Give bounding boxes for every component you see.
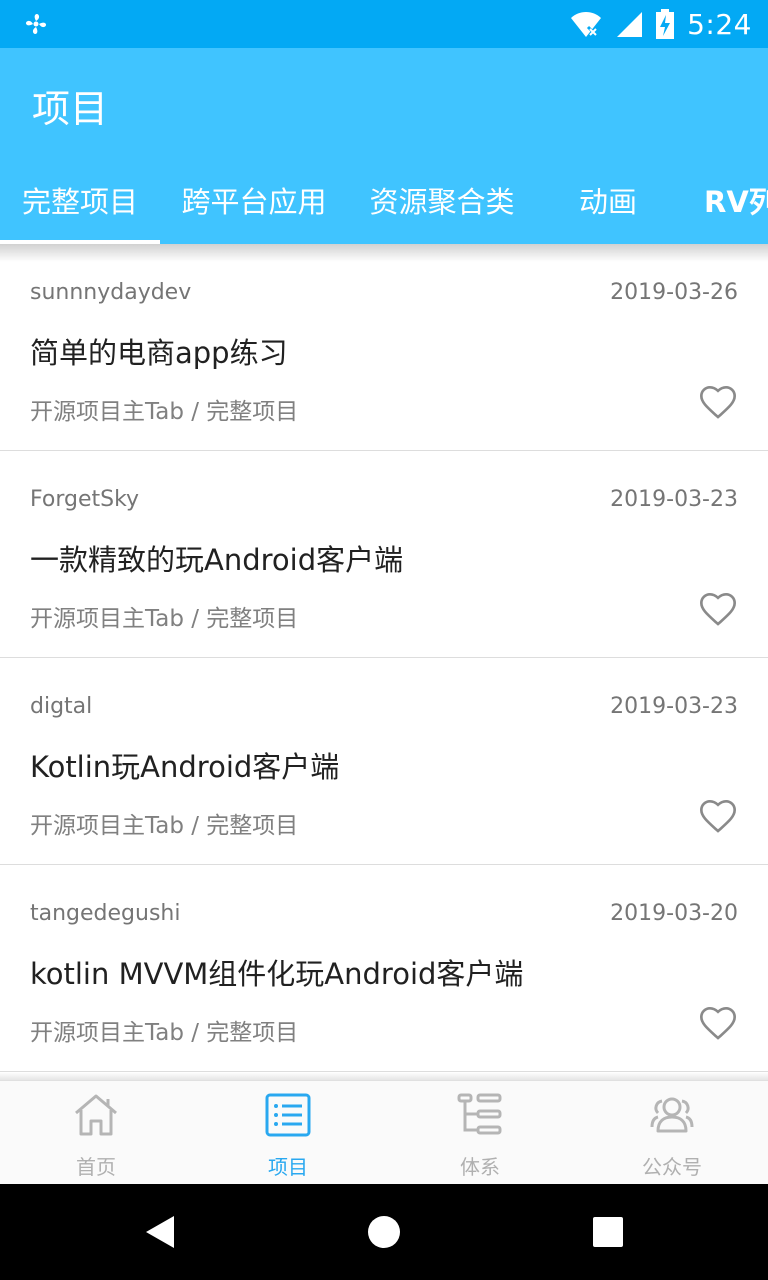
signal-icon	[617, 12, 643, 37]
project-date: 2019-03-23	[610, 694, 738, 719]
heart-icon[interactable]	[698, 589, 738, 629]
project-date: 2019-03-26	[610, 280, 738, 305]
page-title: 项目	[32, 87, 109, 131]
fan-icon	[25, 13, 47, 35]
heart-icon[interactable]	[698, 796, 738, 836]
nav-label-projects: 项目	[268, 1155, 308, 1179]
nav-item-system[interactable]: 体系	[384, 1081, 576, 1185]
bottom-nav-shadow	[0, 1072, 768, 1080]
wifi-icon	[571, 12, 602, 39]
system-navigation-bar	[0, 1184, 768, 1280]
project-title: 一款精致的玩Android客户端	[30, 543, 404, 577]
nav-item-home[interactable]: 首页	[0, 1081, 192, 1185]
battery-charging-icon	[656, 9, 675, 39]
project-chapter: 开源项目主Tab / 完整项目	[30, 606, 299, 632]
project-card[interactable]: ForgetSky 2019-03-23 一款精致的玩Android客户端 开源…	[0, 451, 768, 658]
project-card[interactable]: sunnnydaydev 2019-03-26 简单的电商app练习 开源项目主…	[0, 244, 768, 451]
list-icon	[265, 1093, 311, 1137]
project-author: sunnnydaydev	[30, 280, 192, 305]
bottom-navigation: 首页 项目 体系 公众号	[0, 1080, 768, 1184]
project-title: 简单的电商app练习	[30, 336, 288, 370]
status-bar: 5:24	[0, 0, 768, 48]
tab-strip: 完整项目 跨平台应用 资源聚合类 动画 RV列	[0, 156, 768, 244]
nav-label-official-accounts: 公众号	[642, 1155, 702, 1179]
project-date: 2019-03-20	[610, 901, 738, 926]
project-title: Kotlin玩Android客户端	[30, 750, 340, 784]
project-date: 2019-03-23	[610, 487, 738, 512]
home-button-icon[interactable]	[366, 1214, 402, 1250]
project-chapter: 开源项目主Tab / 完整项目	[30, 1020, 299, 1046]
recents-icon[interactable]	[592, 1216, 624, 1248]
people-icon	[650, 1097, 694, 1133]
project-title: kotlin MVVM组件化玩Android客户端	[30, 957, 524, 991]
app-bar: 项目 完整项目 跨平台应用 资源聚合类 动画 RV列	[0, 48, 768, 244]
app-bar-shadow	[0, 244, 768, 262]
nav-item-official-accounts[interactable]: 公众号	[576, 1081, 768, 1185]
tab-resource-aggregation[interactable]: 资源聚合类	[348, 156, 536, 244]
tab-rv-list[interactable]: RV列	[680, 156, 768, 244]
tab-complete-projects[interactable]: 完整项目	[0, 156, 160, 244]
project-author: digtal	[30, 694, 93, 719]
status-time: 5:24	[687, 7, 752, 41]
nav-item-projects[interactable]: 项目	[192, 1081, 384, 1185]
project-card[interactable]: tangedegushi 2019-03-20 kotlin MVVM组件化玩A…	[0, 865, 768, 1072]
project-list[interactable]: sunnnydaydev 2019-03-26 简单的电商app练习 开源项目主…	[0, 244, 768, 1080]
tab-cross-platform[interactable]: 跨平台应用	[160, 156, 348, 244]
tab-animation[interactable]: 动画	[536, 156, 680, 244]
nav-label-system: 体系	[460, 1155, 500, 1179]
project-author: tangedegushi	[30, 901, 181, 926]
project-chapter: 开源项目主Tab / 完整项目	[30, 399, 299, 425]
nav-label-home: 首页	[76, 1155, 116, 1179]
heart-icon[interactable]	[698, 1003, 738, 1043]
heart-icon[interactable]	[698, 382, 738, 422]
home-icon	[75, 1094, 117, 1136]
tree-icon	[457, 1093, 502, 1135]
project-author: ForgetSky	[30, 487, 140, 512]
project-card[interactable]: digtal 2019-03-23 Kotlin玩Android客户端 开源项目…	[0, 658, 768, 865]
project-chapter: 开源项目主Tab / 完整项目	[30, 813, 299, 839]
back-icon[interactable]	[142, 1214, 178, 1250]
